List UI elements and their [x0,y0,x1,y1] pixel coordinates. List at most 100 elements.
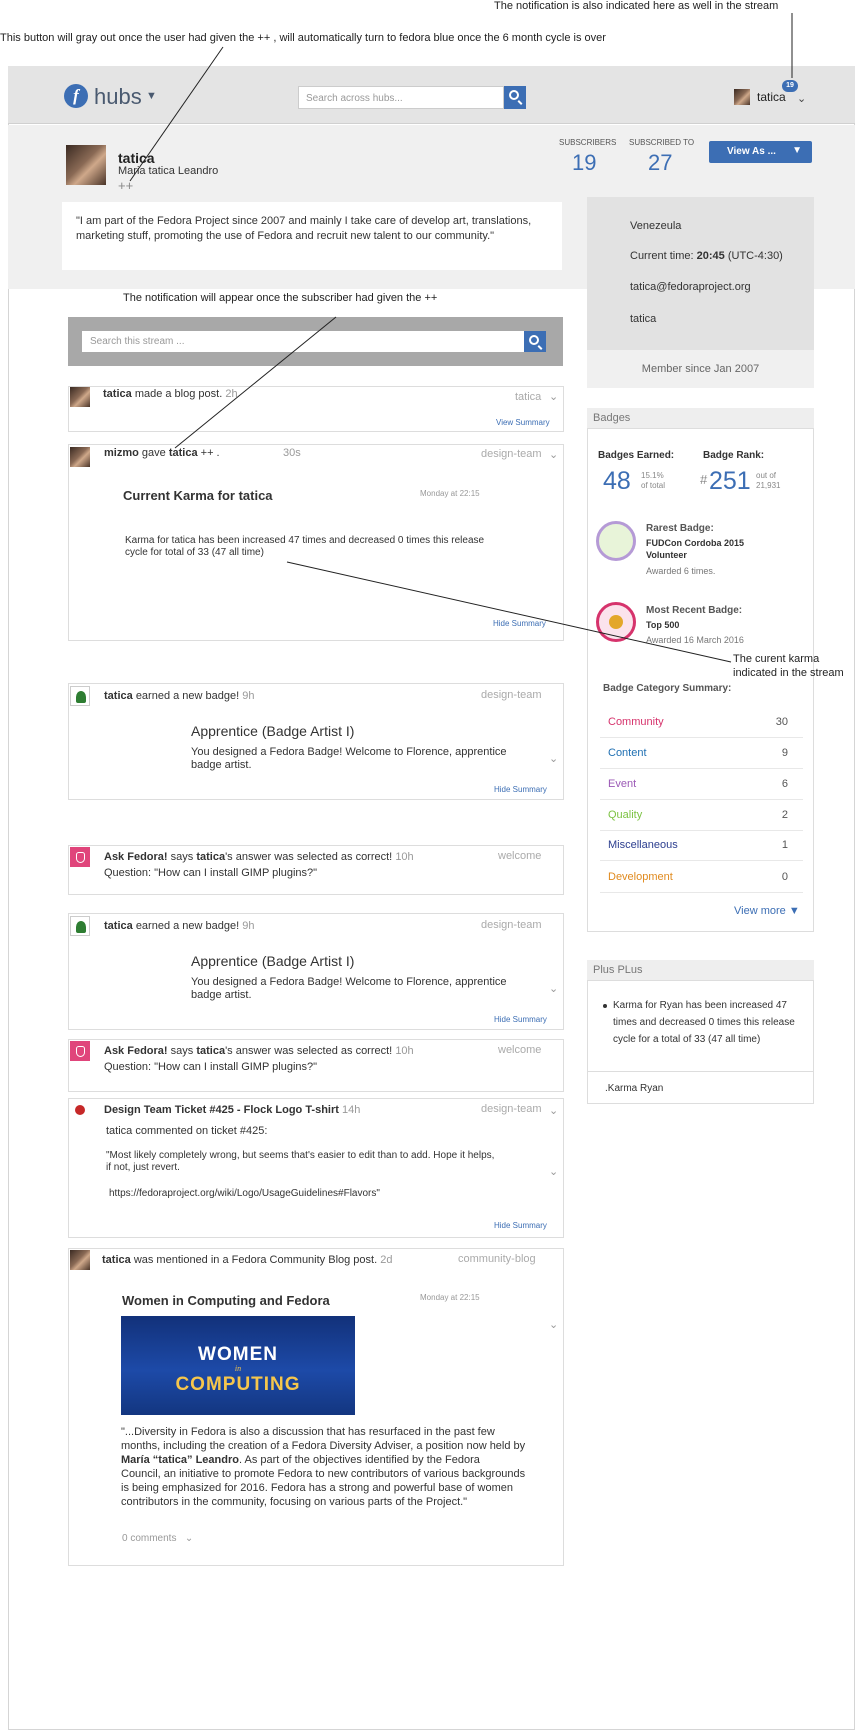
hide-summary-link[interactable]: Hide Summary [494,1015,547,1024]
recent-badge-name[interactable]: Top 500 [646,620,679,630]
stream-search-button[interactable] [524,331,546,352]
badge-category-label: Badge Category Summary: [603,683,732,694]
category-name: Community [608,716,664,728]
avatar[interactable] [734,89,750,105]
chevron-down-icon[interactable]: ⌄ [549,752,558,765]
view-as-button[interactable]: View As ... ▼ [709,141,812,163]
badges-header: Badges [587,408,814,429]
stream-tag[interactable]: community-blog [458,1253,536,1265]
karma-date: Monday at 22:15 [420,489,480,498]
profile-avatar [66,145,106,185]
plus-plus-button[interactable]: ++ [118,178,133,193]
badge-title: Apprentice (Badge Artist I) [191,953,355,969]
stream-tag[interactable]: welcome [498,850,541,862]
user-link[interactable]: mizmo [104,447,139,459]
recent-badge-icon[interactable] [596,602,636,642]
category-miscellaneous[interactable]: Miscellaneous 1 [600,830,803,861]
stream-tag[interactable]: design-team [481,919,542,931]
rarest-badge-name-2[interactable]: Volunteer [646,550,687,560]
timestamp: 2h [225,388,238,400]
subscribed-to-count[interactable]: 27 [648,150,672,176]
hide-summary-link[interactable]: Hide Summary [494,1221,547,1230]
ask-fedora-icon [70,847,90,867]
search-icon [529,335,539,345]
avatar [70,387,90,407]
post-text-bold: María “tatica” Leandro [121,1454,239,1466]
mention-action: was mentioned in a Fedora Community Blog… [133,1254,378,1266]
category-count: 2 [781,809,788,821]
app-name[interactable]: hubs [94,84,142,110]
hide-summary-link[interactable]: Hide Summary [493,619,546,628]
category-event[interactable]: Event 6 [600,769,803,800]
timestamp: 9h [242,920,255,932]
post-title[interactable]: Women in Computing and Fedora [122,1293,330,1308]
user-link[interactable]: tatica [103,388,132,400]
global-search-button[interactable] [504,86,526,109]
email[interactable]: tatica@fedoraproject.org [630,281,751,293]
source-link[interactable]: Ask Fedora! [104,1045,168,1057]
user-menu[interactable]: tatica [757,90,786,104]
user-link[interactable]: tatica [196,1045,225,1057]
chevron-down-icon[interactable]: ⌄ [549,982,558,995]
user-chevron-icon[interactable]: ⌄ [797,92,806,105]
avatar [70,447,90,467]
subscribers-count[interactable]: 19 [572,150,596,176]
source-link[interactable]: Ask Fedora! [104,851,168,863]
post-text-4: Council, an initiative to promote Fedora… [121,1468,526,1480]
annotation-karma-2: indicated in the stream [733,667,844,679]
target-user-link[interactable]: tatica [169,447,198,459]
timestamp: 30s [283,447,301,459]
page: { "annotations": { "top_right": "The not… [0,0,856,1732]
annotation-notification: The notification is also indicated here … [494,0,779,12]
badge-icon [70,916,90,936]
annotation-stream-notification: The notification will appear once the su… [123,292,438,304]
user-link[interactable]: tatica [104,690,133,702]
hide-summary-link[interactable]: Hide Summary [494,785,547,794]
view-summary-link[interactable]: View Summary [496,418,550,427]
chevron-down-icon[interactable]: ⌄ [549,1318,558,1331]
badge-rank-value[interactable]: 251 [709,467,751,496]
comments-link[interactable]: 0 comments ⌄ [122,1533,193,1544]
stream-tag[interactable]: design-team [481,448,542,460]
badge-rank-hash: # [700,472,708,487]
ask-says: says [170,1045,194,1057]
chevron-down-icon[interactable]: ⌄ [549,390,558,403]
ask-question[interactable]: Question: "How can I install GIMP plugin… [104,867,317,879]
time-value: 20:45 [696,250,725,262]
view-more-link[interactable]: View more ▼ [734,905,800,917]
category-quality[interactable]: Quality 2 [600,800,803,831]
stream-tag[interactable]: design-team [481,689,542,701]
badges-earned-count[interactable]: 48 [603,467,631,496]
location: Venezeula [630,220,682,232]
global-search-input[interactable]: Search across hubs... [298,86,504,109]
category-community[interactable]: Community 30 [600,707,803,738]
user-link[interactable]: tatica [102,1254,131,1266]
chevron-down-icon[interactable]: ⌄ [549,1104,558,1117]
ticket-link[interactable]: Design Team Ticket #425 - Flock Logo T-s… [104,1104,339,1116]
ask-question[interactable]: Question: "How can I install GIMP plugin… [104,1061,317,1073]
rarest-badge-icon[interactable] [596,521,636,561]
user-link[interactable]: tatica [196,851,225,863]
stream-tag[interactable]: tatica [515,391,541,403]
chevron-down-icon[interactable]: ⌄ [549,448,558,461]
stream-search-input[interactable]: Search this stream ... [82,331,524,352]
category-development[interactable]: Development 0 [600,862,803,893]
user-link[interactable]: tatica [104,920,133,932]
chevron-down-icon[interactable]: ▼ [146,90,157,102]
chevron-down-icon: ▼ [792,145,802,156]
current-time: Current time: 20:45 (UTC-4:30) [630,250,783,262]
category-count: 0 [781,871,788,883]
chevron-down-icon[interactable]: ⌄ [549,1165,558,1178]
post-image: WOMEN in COMPUTING [121,1316,355,1415]
divider [587,1071,814,1072]
fedora-logo-icon[interactable]: f [64,84,88,108]
notification-badge[interactable]: 19 [782,80,798,92]
category-content[interactable]: Content 9 [600,738,803,769]
stream-tag[interactable]: welcome [498,1044,541,1056]
rarest-badge-name-1[interactable]: FUDCon Cordoba 2015 [646,538,744,548]
stream-tag[interactable]: design-team [481,1103,542,1115]
ticket-url[interactable]: https://fedoraproject.org/wiki/Logo/Usag… [109,1187,380,1200]
post-text-3: María “tatica” Leandro. As part of the o… [121,1454,480,1467]
badge-body-1: You designed a Fedora Badge! Welcome to … [191,746,507,758]
timestamp: 14h [342,1104,361,1116]
